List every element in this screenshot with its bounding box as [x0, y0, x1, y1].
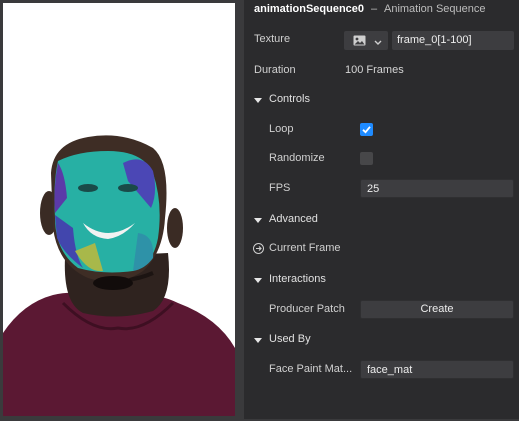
collapse-triangle-icon — [254, 278, 262, 283]
viewport — [0, 0, 244, 419]
checkmark-icon — [362, 126, 371, 134]
fps-row: FPS 25 — [244, 175, 519, 203]
interactions-title: Interactions — [269, 273, 326, 285]
used-by-title: Used By — [269, 333, 311, 345]
texture-picker-button[interactable] — [344, 31, 388, 50]
create-button[interactable]: Create — [360, 300, 514, 319]
preview-image — [3, 135, 235, 416]
collapse-triangle-icon — [254, 218, 262, 223]
advanced-section-header[interactable]: Advanced — [244, 206, 519, 234]
collapse-triangle-icon — [254, 98, 262, 103]
randomize-label: Randomize — [269, 152, 325, 164]
image-icon — [353, 35, 366, 49]
producer-patch-row: Producer Patch Create — [244, 296, 519, 324]
header-separator: – — [371, 3, 378, 15]
controls-section-header[interactable]: Controls — [244, 86, 519, 114]
producer-patch-label: Producer Patch — [269, 303, 345, 315]
interactions-section-header[interactable]: Interactions — [244, 266, 519, 294]
face-paint-label: Face Paint Mat... — [269, 363, 353, 375]
fps-label: FPS — [269, 182, 291, 194]
duration-value: 100 Frames — [345, 64, 404, 76]
object-name: animationSequence0 — [254, 3, 365, 15]
loop-checkbox[interactable] — [360, 123, 373, 136]
collapse-triangle-icon — [254, 338, 262, 343]
randomize-checkbox[interactable] — [360, 152, 373, 165]
arrow-circle-icon[interactable] — [253, 243, 264, 254]
face-mat-link[interactable]: face_mat — [360, 360, 514, 379]
texture-value[interactable]: frame_0[1-100] — [392, 31, 514, 50]
object-type: Animation Sequence — [384, 3, 486, 15]
randomize-row: Randomize — [244, 145, 519, 173]
controls-title: Controls — [269, 93, 310, 105]
advanced-title: Advanced — [269, 213, 318, 225]
inspector-header: animationSequence0 – Animation Sequence — [244, 0, 519, 20]
loop-row: Loop — [244, 116, 519, 144]
chevron-down-icon — [374, 37, 382, 49]
texture-label: Texture — [254, 33, 291, 45]
used-by-section-header[interactable]: Used By — [244, 326, 519, 354]
duration-row: Duration 100 Frames — [244, 57, 519, 85]
current-frame-label: Current Frame — [269, 242, 341, 254]
current-frame-row: Current Frame — [244, 235, 519, 263]
texture-row: Texture frame_0[1-100] — [244, 26, 519, 54]
inspector-panel: animationSequence0 – Animation Sequence … — [244, 0, 519, 419]
loop-label: Loop — [269, 123, 294, 135]
duration-label: Duration — [254, 64, 296, 76]
face-paint-row: Face Paint Mat... face_mat — [244, 356, 519, 384]
fps-input[interactable]: 25 — [360, 179, 514, 198]
preview-canvas[interactable] — [3, 3, 235, 416]
